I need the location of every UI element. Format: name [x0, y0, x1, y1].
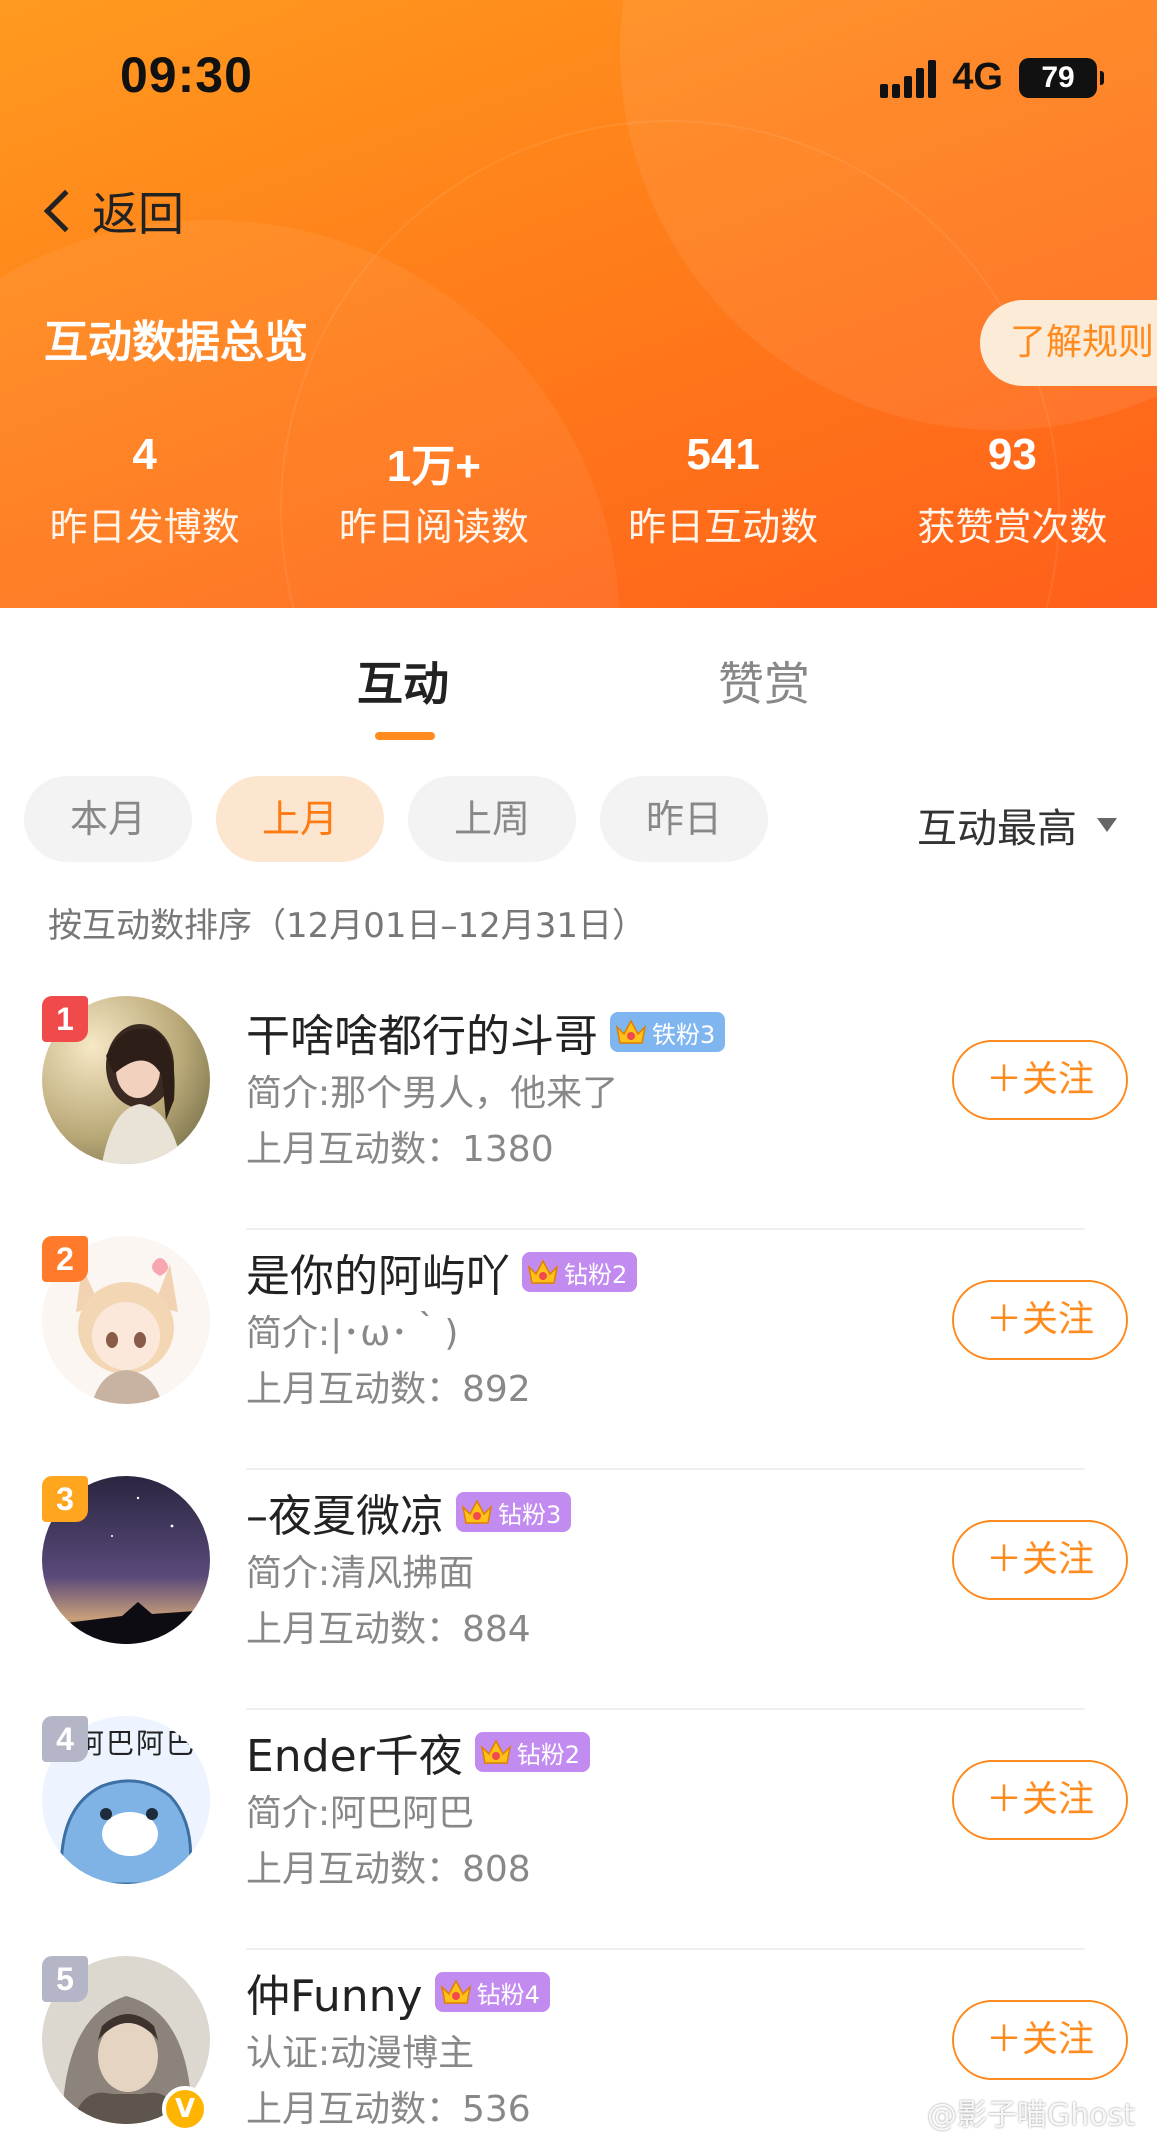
list-item[interactable]: 3 –夜夏微凉 钻粉3 简介:清风拂面 上月互动数：884 ＋关注 — [0, 1470, 1157, 1710]
network-label: 4G — [952, 56, 1003, 98]
stat-label: 昨日阅读数 — [338, 505, 529, 549]
chevron-left-icon — [43, 189, 87, 233]
list-item[interactable]: 1 干啥啥都行的斗哥 铁粉3 简介:那个男人，他来了 上月互动数：1380 ＋关… — [0, 990, 1157, 1230]
caret-down-icon — [1097, 818, 1117, 832]
follow-button[interactable]: ＋关注 — [952, 1280, 1128, 1360]
watermark: @影子喵Ghost — [926, 2098, 1135, 2133]
fan-badge-label: 钻粉2 — [564, 1260, 628, 1289]
avatar-caption: 阿巴阿巴 — [76, 1727, 197, 1760]
tab-indicator — [375, 732, 435, 740]
rank-badge: 5 — [42, 1956, 88, 2002]
fan-badge: 钻粉4 — [434, 1972, 550, 2012]
fan-badge: 钻粉2 — [522, 1252, 638, 1292]
list-item[interactable]: 阿巴阿巴 4 Ender千夜 钻粉2 简介:阿巴阿巴 上月互动数：808 ＋关注 — [0, 1710, 1157, 1950]
user-count: 上月互动数：536 — [246, 2089, 531, 2130]
follow-button[interactable]: ＋关注 — [952, 2000, 1128, 2080]
filter-last-month[interactable]: 上月 — [216, 776, 384, 862]
fan-badge: 钻粉2 — [474, 1732, 591, 1772]
sort-label: 互动最高 — [917, 806, 1077, 852]
stat-value: 1万+ — [386, 442, 481, 491]
range-caption: 按互动数排序（12月01日–12月31日） — [48, 906, 647, 946]
rank-badge: 3 — [42, 1476, 88, 1522]
filter-this-month[interactable]: 本月 — [24, 776, 192, 862]
user-list: 1 干啥啥都行的斗哥 铁粉3 简介:那个男人，他来了 上月互动数：1380 ＋关… — [0, 990, 1157, 2139]
stat-value: 93 — [987, 430, 1037, 479]
header-banner: 09:30 4G 79 返回 互动数据总览 了解规则 4 昨日发博数 1万+ 昨… — [0, 0, 1157, 608]
user-name[interactable]: 仲Funny — [246, 1960, 423, 2024]
fan-badge-label: 钻粉2 — [516, 1740, 581, 1769]
list-item[interactable]: 2 是你的阿屿吖 钻粉2 简介:|･ω･｀) 上月互动数：892 ＋关注 — [0, 1230, 1157, 1470]
crown-icon — [480, 1739, 511, 1764]
fan-badge: 钻粉3 — [456, 1492, 572, 1532]
stats-row: 4 昨日发博数 1万+ 昨日阅读数 541 昨日互动数 93 获赞赏次数 — [0, 430, 1157, 551]
user-count: 上月互动数：1380 — [246, 1129, 554, 1170]
user-count: 上月互动数：884 — [246, 1609, 531, 1650]
signal-icon — [880, 58, 937, 98]
stat-label: 获赞赏次数 — [917, 505, 1108, 549]
user-name[interactable]: 是你的阿屿吖 — [246, 1240, 510, 1304]
stat-value: 541 — [686, 430, 760, 479]
tab-interaction[interactable]: 互动 — [357, 648, 449, 714]
stat-value: 4 — [132, 430, 157, 479]
stat-label: 昨日互动数 — [628, 505, 819, 549]
filter-chips: 本月 上月 上周 昨日 — [24, 776, 768, 862]
stat-rewards: 93 获赞赏次数 — [868, 430, 1157, 551]
user-name-line: –夜夏微凉 钻粉3 — [246, 1480, 572, 1544]
follow-button[interactable]: ＋关注 — [952, 1040, 1128, 1120]
back-label: 返回 — [92, 187, 184, 241]
user-count: 上月互动数：808 — [246, 1849, 531, 1890]
user-desc: 简介:|･ω･｀) — [246, 1313, 459, 1354]
battery-icon: 79 — [1019, 57, 1104, 98]
follow-button[interactable]: ＋关注 — [952, 1760, 1128, 1840]
sort-dropdown[interactable]: 互动最高 — [917, 796, 1117, 854]
fan-badge-label: 铁粉3 — [652, 1020, 716, 1049]
filter-yesterday[interactable]: 昨日 — [600, 776, 768, 862]
back-button[interactable]: 返回 — [36, 178, 184, 244]
user-name[interactable]: Ender千夜 — [246, 1720, 463, 1784]
fan-badge: 铁粉3 — [610, 1012, 726, 1052]
user-name-line: 干啥啥都行的斗哥 铁粉3 — [246, 1000, 726, 1064]
rank-badge: 1 — [42, 996, 88, 1042]
filter-last-week[interactable]: 上周 — [408, 776, 576, 862]
user-name-line: 是你的阿屿吖 钻粉2 — [246, 1240, 638, 1304]
fan-badge-label: 钻粉4 — [476, 1980, 540, 2009]
crown-icon — [461, 1499, 493, 1524]
user-name-line: 仲Funny 钻粉4 — [246, 1960, 550, 2024]
user-name[interactable]: –夜夏微凉 — [246, 1480, 444, 1544]
user-name[interactable]: 干啥啥都行的斗哥 — [246, 1000, 598, 1064]
crown-icon — [615, 1019, 647, 1044]
follow-button[interactable]: ＋关注 — [952, 1520, 1128, 1600]
tab-bar: 互动 赞赏 — [0, 608, 1157, 758]
rank-badge: 2 — [42, 1236, 88, 1282]
rank-badge: 4 — [42, 1716, 88, 1762]
user-desc: 简介:清风拂面 — [246, 1553, 475, 1594]
stat-interactions: 541 昨日互动数 — [579, 430, 868, 551]
crown-icon — [527, 1259, 559, 1284]
user-count: 上月互动数：892 — [246, 1369, 531, 1410]
status-indicators: 4G 79 — [880, 56, 1104, 99]
stat-reads: 1万+ 昨日阅读数 — [289, 430, 578, 551]
stat-posts: 4 昨日发博数 — [0, 430, 289, 551]
stat-label: 昨日发博数 — [49, 505, 240, 549]
fan-badge-label: 钻粉3 — [498, 1500, 562, 1529]
user-name-line: Ender千夜 钻粉2 — [246, 1720, 591, 1784]
user-desc: 简介:那个男人，他来了 — [246, 1073, 619, 1114]
crown-icon — [440, 1979, 471, 2004]
user-desc: 简介:阿巴阿巴 — [246, 1793, 475, 1834]
status-time: 09:30 — [120, 47, 253, 103]
tab-reward[interactable]: 赞赏 — [718, 648, 810, 714]
user-desc: 认证:动漫博主 — [246, 2033, 475, 2074]
page-title: 互动数据总览 — [44, 317, 308, 368]
rules-button[interactable]: 了解规则 — [980, 300, 1157, 386]
verified-icon: V — [162, 2086, 208, 2132]
